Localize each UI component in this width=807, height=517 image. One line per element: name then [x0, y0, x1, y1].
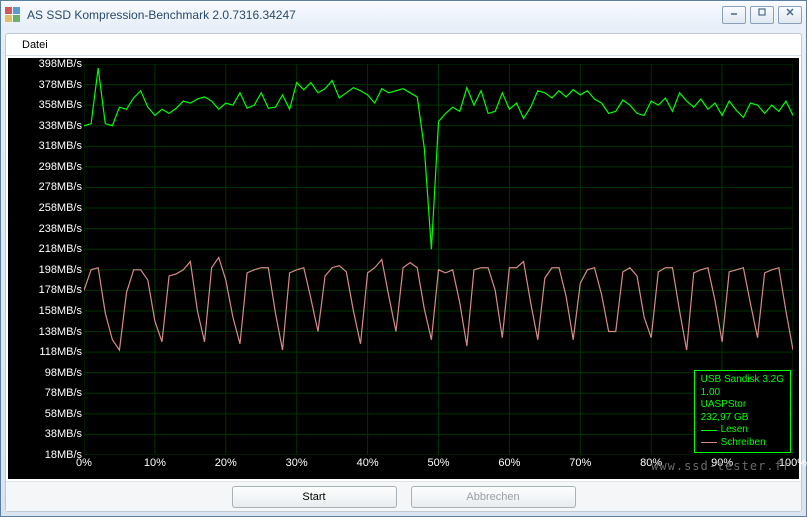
window-controls — [722, 6, 802, 24]
x-tick-label: 70% — [569, 457, 591, 469]
y-tick-label: 178MB/s — [39, 284, 82, 296]
legend-swatch-write — [701, 442, 717, 443]
y-tick-label: 238MB/s — [39, 223, 82, 235]
titlebar: AS SSD Kompression-Benchmark 2.0.7316.34… — [1, 1, 806, 29]
legend-swatch-read — [701, 430, 717, 431]
y-tick-label: 158MB/s — [39, 305, 82, 317]
y-tick-label: 398MB/s — [39, 58, 82, 70]
chart-grid — [84, 64, 793, 455]
y-tick-label: 218MB/s — [39, 243, 82, 255]
x-tick-label: 50% — [427, 457, 449, 469]
watermark: www.ssd-tester.fr — [651, 459, 791, 473]
client-area: Datei 398MB/s 378MB/s 358MB/s 338MB/s 318MB/… — [5, 33, 802, 512]
legend-write: Schreiben — [701, 437, 784, 450]
y-tick-label: 38MB/s — [45, 428, 82, 440]
start-button[interactable]: Start — [232, 486, 397, 508]
menubar: Datei — [6, 34, 801, 56]
y-tick-label: 378MB/s — [39, 79, 82, 91]
legend-size: 232,97 GB — [701, 412, 784, 425]
y-tick-label: 278MB/s — [39, 181, 82, 193]
legend-write-label: Schreiben — [721, 437, 766, 450]
legend-read: Lesen — [701, 424, 784, 437]
legend-driver: UASPStor — [701, 399, 784, 412]
legend-device: USB Sandisk 3.2G — [701, 374, 784, 387]
y-tick-label: 138MB/s — [39, 326, 82, 338]
app-icon — [5, 7, 21, 23]
close-icon — [785, 7, 795, 17]
minimize-icon — [729, 7, 739, 17]
button-row: Start Abbrechen — [6, 481, 801, 511]
x-tick-label: 10% — [144, 457, 166, 469]
app-window: AS SSD Kompression-Benchmark 2.0.7316.34… — [0, 0, 807, 517]
maximize-button[interactable] — [750, 6, 774, 24]
abort-button[interactable]: Abbrechen — [411, 486, 576, 508]
x-tick-label: 60% — [498, 457, 520, 469]
legend-read-label: Lesen — [721, 424, 748, 437]
menu-datei[interactable]: Datei — [14, 37, 56, 53]
y-tick-label: 318MB/s — [39, 140, 82, 152]
y-tick-label: 58MB/s — [45, 408, 82, 420]
close-button[interactable] — [778, 6, 802, 24]
minimize-button[interactable] — [722, 6, 746, 24]
chart: 398MB/s 378MB/s 358MB/s 338MB/s 318MB/s 298MB… — [8, 58, 799, 479]
y-tick-label: 78MB/s — [45, 387, 82, 399]
y-tick-label: 258MB/s — [39, 202, 82, 214]
x-tick-label: 0% — [76, 457, 92, 469]
y-tick-label: 358MB/s — [39, 99, 82, 111]
y-tick-label: 118MB/s — [39, 346, 82, 358]
x-tick-label: 30% — [286, 457, 308, 469]
maximize-icon — [757, 7, 767, 17]
window-title: AS SSD Kompression-Benchmark 2.0.7316.34… — [27, 8, 722, 22]
y-tick-label: 98MB/s — [45, 367, 82, 379]
x-tick-label: 20% — [215, 457, 237, 469]
x-tick-label: 40% — [357, 457, 379, 469]
y-tick-label: 298MB/s — [39, 161, 82, 173]
y-tick-label: 338MB/s — [39, 120, 82, 132]
legend-fw: 1.00 — [701, 387, 784, 400]
y-tick-label: 198MB/s — [39, 264, 82, 276]
legend: USB Sandisk 3.2G 1.00 UASPStor 232,97 GB… — [694, 370, 791, 453]
